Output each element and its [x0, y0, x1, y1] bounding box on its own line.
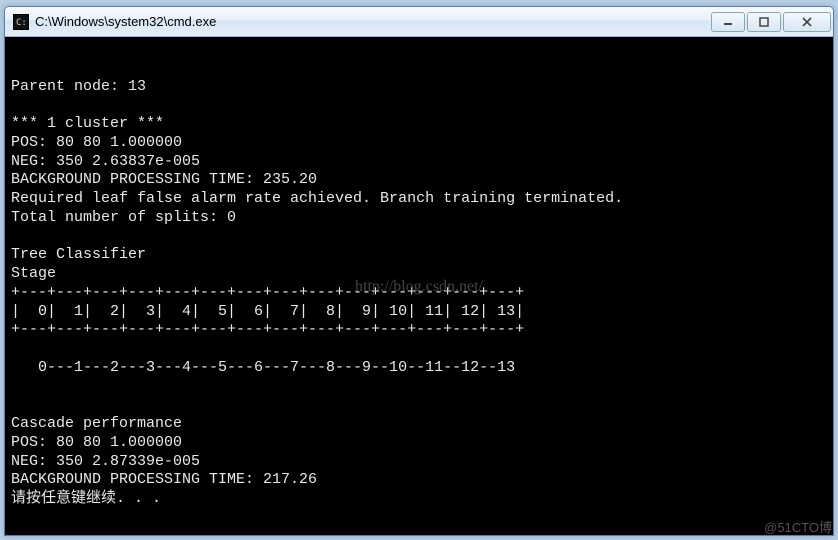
svg-text:C:: C:	[16, 18, 27, 28]
titlebar[interactable]: C: C:\Windows\system32\cmd.exe	[5, 7, 833, 37]
cmd-window: C: C:\Windows\system32\cmd.exe Parent no…	[4, 6, 834, 536]
window-title: C:\Windows\system32\cmd.exe	[35, 14, 709, 29]
console-text: Parent node: 13 *** 1 cluster *** POS: 8…	[11, 78, 623, 508]
minimize-button[interactable]	[711, 12, 745, 32]
cmd-icon: C:	[13, 14, 29, 30]
console-output[interactable]: Parent node: 13 *** 1 cluster *** POS: 8…	[5, 37, 833, 535]
close-button[interactable]	[783, 12, 831, 32]
maximize-button[interactable]	[747, 12, 781, 32]
window-controls	[709, 12, 831, 32]
